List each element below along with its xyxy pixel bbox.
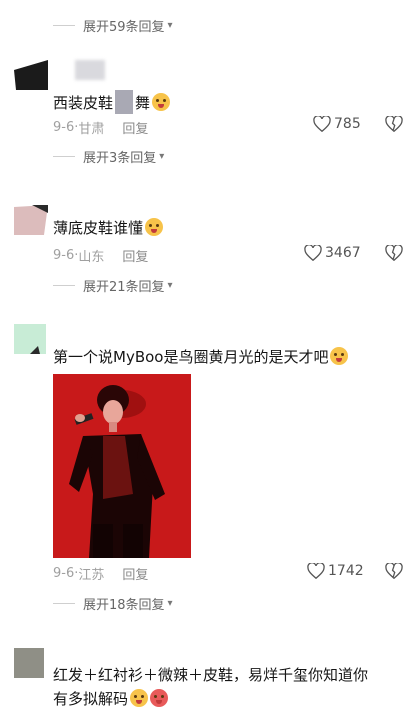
redacted-block [115,90,134,114]
like-count: 1742 [328,563,364,579]
expand-replies-59[interactable]: 展开59条回复 ▾ [53,16,173,35]
emoji-icon [130,689,149,707]
comment-text-line-2: 有多拟解码 [53,688,169,709]
expand-replies-3[interactable]: 展开3条回复 ▾ [53,147,164,166]
expand-label: 展开59条回复 [83,20,165,35]
chevron-down-icon: ▾ [167,280,173,291]
dislike-button[interactable] [385,562,403,583]
divider-line [53,25,75,26]
like-button[interactable]: 785 [313,116,361,132]
emoji-icon [150,689,169,707]
chevron-down-icon: ▾ [159,151,165,162]
broken-heart-icon [385,244,403,262]
heart-icon [304,245,322,261]
avatar[interactable] [14,324,46,354]
like-count: 3467 [325,245,361,261]
comment-text: 西装皮鞋舞 [53,90,171,114]
like-button[interactable]: 1742 [307,563,364,579]
avatar[interactable] [14,205,48,235]
username-redacted [75,60,105,80]
reply-button[interactable]: 回复 [122,246,148,265]
expand-replies-21[interactable]: 展开21条回复 ▾ [53,276,173,295]
heart-icon [307,563,325,579]
emoji-icon [152,93,171,111]
broken-heart-icon [385,562,403,580]
comment-meta: 9-6 · 甘肃 回复 [53,118,149,137]
reply-button[interactable]: 回复 [122,564,148,583]
comment-meta: 9-6 · 山东 回复 [53,246,149,265]
dislike-button[interactable] [385,244,403,265]
heart-icon [313,116,331,132]
chevron-down-icon: ▾ [167,598,173,609]
comment-image[interactable] [53,374,191,558]
emoji-icon [145,218,164,236]
comment-text-line-1: 红发＋红衬衫＋微辣＋皮鞋，易烊千玺你知道你 [53,666,369,684]
broken-heart-icon [385,115,403,133]
comment-text: 薄底皮鞋谁懂 [53,217,164,238]
avatar[interactable] [14,648,46,678]
like-count: 785 [334,116,361,132]
dislike-button[interactable] [385,115,403,136]
chevron-down-icon: ▾ [167,20,173,31]
emoji-icon [330,347,349,365]
avatar[interactable] [14,60,48,90]
comment-meta: 9-6 · 江苏 回复 [53,564,149,583]
reply-button[interactable]: 回复 [122,118,148,137]
expand-replies-18[interactable]: 展开18条回复 ▾ [53,594,173,613]
like-button[interactable]: 3467 [304,245,361,261]
comment-text: 第一个说MyBoo是鸟圈黄月光的是天才吧 [53,346,349,367]
